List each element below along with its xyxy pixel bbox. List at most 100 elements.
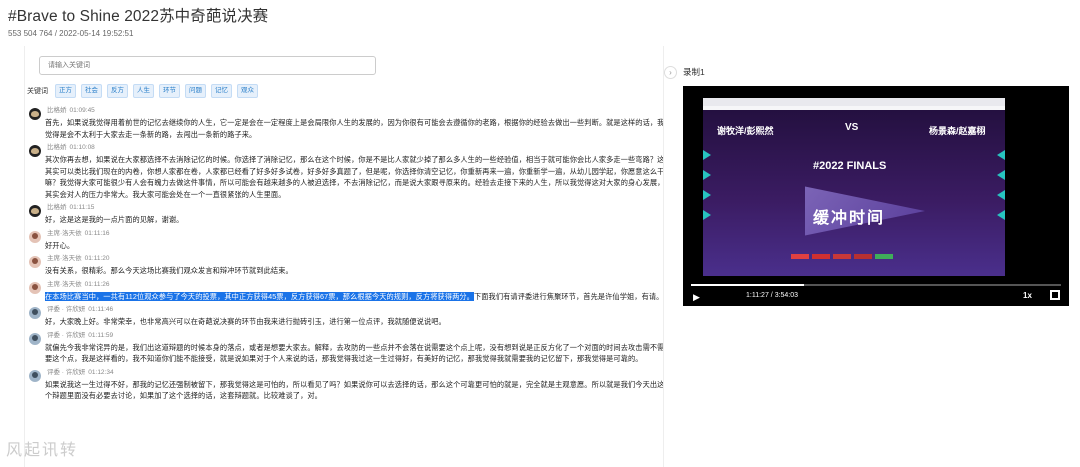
speaker-name: 比格娇	[47, 144, 67, 151]
speaker-name: 评委 · 许欣妍	[47, 306, 86, 313]
team-left: 谢牧洋/彭熙然	[717, 126, 774, 136]
browser-toolbar	[703, 98, 1005, 106]
speaker-name: 比格娇	[47, 107, 67, 114]
triangle-right	[997, 150, 1005, 160]
speaker-avatar	[29, 108, 41, 120]
keyword-tag[interactable]: 正方	[55, 84, 76, 98]
transcript-text: 在本场比赛当中，一共有112位观众参与了今天的投票，其中正方获得45票，反方获得…	[45, 291, 663, 303]
page-title: #Brave to Shine 2022苏中奇葩说决赛	[8, 8, 269, 25]
speaker-line: 主席·洛天依 01:11:26	[47, 280, 663, 290]
highlighted-text: 在本场比赛当中，一共有112位观众参与了今天的投票，其中正方获得45票，反方获得…	[45, 291, 474, 301]
finals-label: #2022 FINALS	[813, 160, 887, 172]
team-right: 杨景森/赵嘉栩	[929, 126, 986, 136]
speaker-time: 01:11:20	[84, 255, 110, 262]
transcript-entry[interactable]: 比格娇 01:11:15 好，这是这是我的一点片面的见解，谢谢。	[25, 203, 663, 226]
speed-button[interactable]: 1x	[1023, 291, 1032, 300]
stage-button	[791, 254, 809, 259]
transcript-text: 没有关系，很精彩。那么今天这场比赛我们观众发言和辩冲环节就到此结束。	[45, 266, 293, 275]
speaker-avatar	[29, 281, 41, 294]
triangle-left	[703, 190, 711, 200]
speaker-time: 01:09:45	[69, 107, 95, 114]
speaker-name: 评委 · 许欣妍	[47, 331, 86, 339]
transcript-text: 好开心。	[45, 240, 75, 250]
watermark: 风起讯转	[6, 442, 79, 459]
triangle-right	[997, 190, 1005, 200]
speaker-line: 主席·洛天依 01:11:20	[47, 254, 663, 264]
transcript-list: 比格娇 01:09:45 首先，如果说我觉得用着前世的记忆去继续你的人生，它一定是…	[25, 106, 664, 405]
transcript-text: 其次你再去想，如果说在大家都选择不去消除记忆的时候。你选择了消除记忆，那么在这个…	[45, 155, 664, 199]
speaker-line: 主席·洛天依 01:11:16	[47, 229, 663, 239]
triangle-left	[703, 170, 711, 180]
speaker-line: 评委 · 许欣妍 01:11:46	[47, 305, 663, 315]
meta-id: 553 504 764	[8, 29, 53, 38]
stage-button	[875, 254, 893, 259]
stage-button	[812, 254, 830, 259]
speaker-time: 01:11:59	[88, 331, 114, 339]
transcript-text: 如果说我这一生过得不好，那我的记忆还强制被留下，那我觉得这是可怕的，所以看见了吗…	[45, 379, 664, 401]
transcript-entry[interactable]: 主席·洛天依 01:11:20 没有关系，很精彩。那么今天这场比赛我们观众发言和辩…	[25, 254, 663, 277]
transcript-entry[interactable]: 比格娇 01:09:45 首先，如果说我觉得用着前世的记忆去继续你的人生，它一定是…	[25, 106, 664, 140]
vs-label: VS	[845, 122, 859, 133]
triangle-right	[997, 210, 1005, 220]
speaker-time: 01:11:46	[88, 306, 114, 313]
transcript-entry[interactable]: 评委 · 许欣妍 01:11:46 好，大家晚上好。非常荣幸，也非常高兴可以在奇葩…	[25, 305, 663, 328]
speaker-avatar	[29, 205, 41, 217]
keyword-row: 关键词 正方 社会 反方 人生 环节 问题 记忆 观众	[27, 84, 258, 98]
chevron-right-icon: ›	[669, 68, 672, 77]
keyword-tag[interactable]: 社会	[81, 84, 102, 98]
progress-bar[interactable]	[691, 284, 1061, 286]
speaker-name: 主席·洛天依	[47, 255, 82, 262]
keyword-tag[interactable]: 记忆	[211, 84, 232, 98]
speaker-time: 01:12:34	[88, 368, 114, 376]
keyword-tag[interactable]: 问题	[185, 84, 206, 98]
speaker-time: 01:11:15	[69, 204, 95, 211]
transcript-text: 好，大家晚上好。非常荣幸，也非常高兴可以在奇葩说决赛的环节由我来进行抛砖引玉，进…	[45, 317, 446, 326]
transcript-entry[interactable]: 主席·洛天依 01:11:16 好开心。	[25, 229, 663, 252]
speaker-line: 比格娇 01:11:15	[47, 203, 663, 213]
buffer-label: 缓冲时间	[813, 210, 886, 227]
speaker-line: 比格娇 01:09:45	[47, 106, 663, 116]
time-display: 1:11:27 / 3:54:03	[746, 292, 798, 299]
keyword-tag[interactable]: 人生	[133, 84, 154, 98]
speaker-time: 01:11:16	[84, 229, 110, 237]
speaker-name: 主席·洛天依	[47, 280, 82, 288]
transcript-entry[interactable]: 主席·洛天依 01:11:26 在本场比赛当中，一共有112位观众参与了今天的投票…	[25, 280, 663, 303]
stage-button	[833, 254, 851, 259]
transcript-text: 首先，如果说我觉得用着前世的记忆去继续你的人生，它一定是会在一定程度上是会局限你…	[45, 118, 664, 139]
speaker-line: 评委 · 许欣妍 01:12:34	[47, 368, 663, 378]
speaker-avatar	[29, 307, 41, 319]
keyword-tag[interactable]: 环节	[159, 84, 180, 98]
video-player[interactable]: 谢牧洋/彭熙然 VS 杨景森/赵嘉栩 #2022 FINALS 缓冲时间 ▶ 1…	[683, 86, 1069, 306]
page-meta: 553 504 7642022-05-14 19:52:51	[8, 29, 133, 38]
recording-title: 录制1	[683, 67, 705, 77]
keyword-tag[interactable]: 反方	[107, 84, 128, 98]
search-input[interactable]	[39, 56, 376, 75]
speaker-time: 01:11:26	[84, 280, 110, 288]
stage-button	[854, 254, 872, 259]
keyword-tag[interactable]: 观众	[237, 84, 258, 98]
transcript-entry[interactable]: 评委 · 许欣妍 01:12:34 如果说我这一生过得不好，那我的记忆还强制被留下…	[25, 368, 664, 402]
speaker-avatar	[29, 256, 41, 268]
speaker-avatar	[29, 230, 41, 243]
speaker-avatar	[29, 332, 41, 345]
play-icon[interactable]: ▶	[693, 292, 700, 303]
speaker-time: 01:10:08	[69, 144, 95, 151]
transcript-text: 就偏先今我非常诧异的是，我们出这道辩题的时候本身的落点，或者是想要大家去。解释，…	[45, 342, 664, 364]
transcript-entry[interactable]: 比格娇 01:10:08 其次你再去想，如果说在大家都选择不去消除记忆的时候。你选…	[25, 143, 664, 200]
collapse-panel-button[interactable]: ›	[664, 66, 677, 79]
speaker-avatar	[29, 145, 41, 157]
triangle-right	[997, 170, 1005, 180]
transcript-panel: 关键词 正方 社会 反方 人生 环节 问题 记忆 观众 比格娇01:09:45 …	[24, 46, 664, 467]
speaker-name: 比格娇	[47, 204, 67, 211]
transcript-entry[interactable]: 评委 · 许欣妍 01:11:59 就偏先今我非常诧异的是，我们出这道辩题的时候本…	[25, 331, 664, 365]
stage-buttons	[791, 254, 893, 259]
keyword-label: 关键词	[27, 88, 48, 95]
video-frame: 谢牧洋/彭熙然 VS 杨景森/赵嘉栩 #2022 FINALS 缓冲时间	[703, 98, 1005, 276]
time-current: 1:11:27	[746, 292, 769, 299]
fullscreen-icon[interactable]	[1050, 290, 1060, 300]
video-controls: ▶ 1:11:27 / 3:54:03 1x	[683, 284, 1069, 306]
meta-date: 2022-05-14 19:52:51	[53, 29, 134, 38]
speaker-name: 主席·洛天依	[47, 229, 82, 237]
stage-graphic: 谢牧洋/彭熙然 VS 杨景森/赵嘉栩 #2022 FINALS 缓冲时间	[703, 110, 1005, 276]
transcript-text: 好，这是这是我的一点片面的见解，谢谢。	[45, 215, 184, 224]
